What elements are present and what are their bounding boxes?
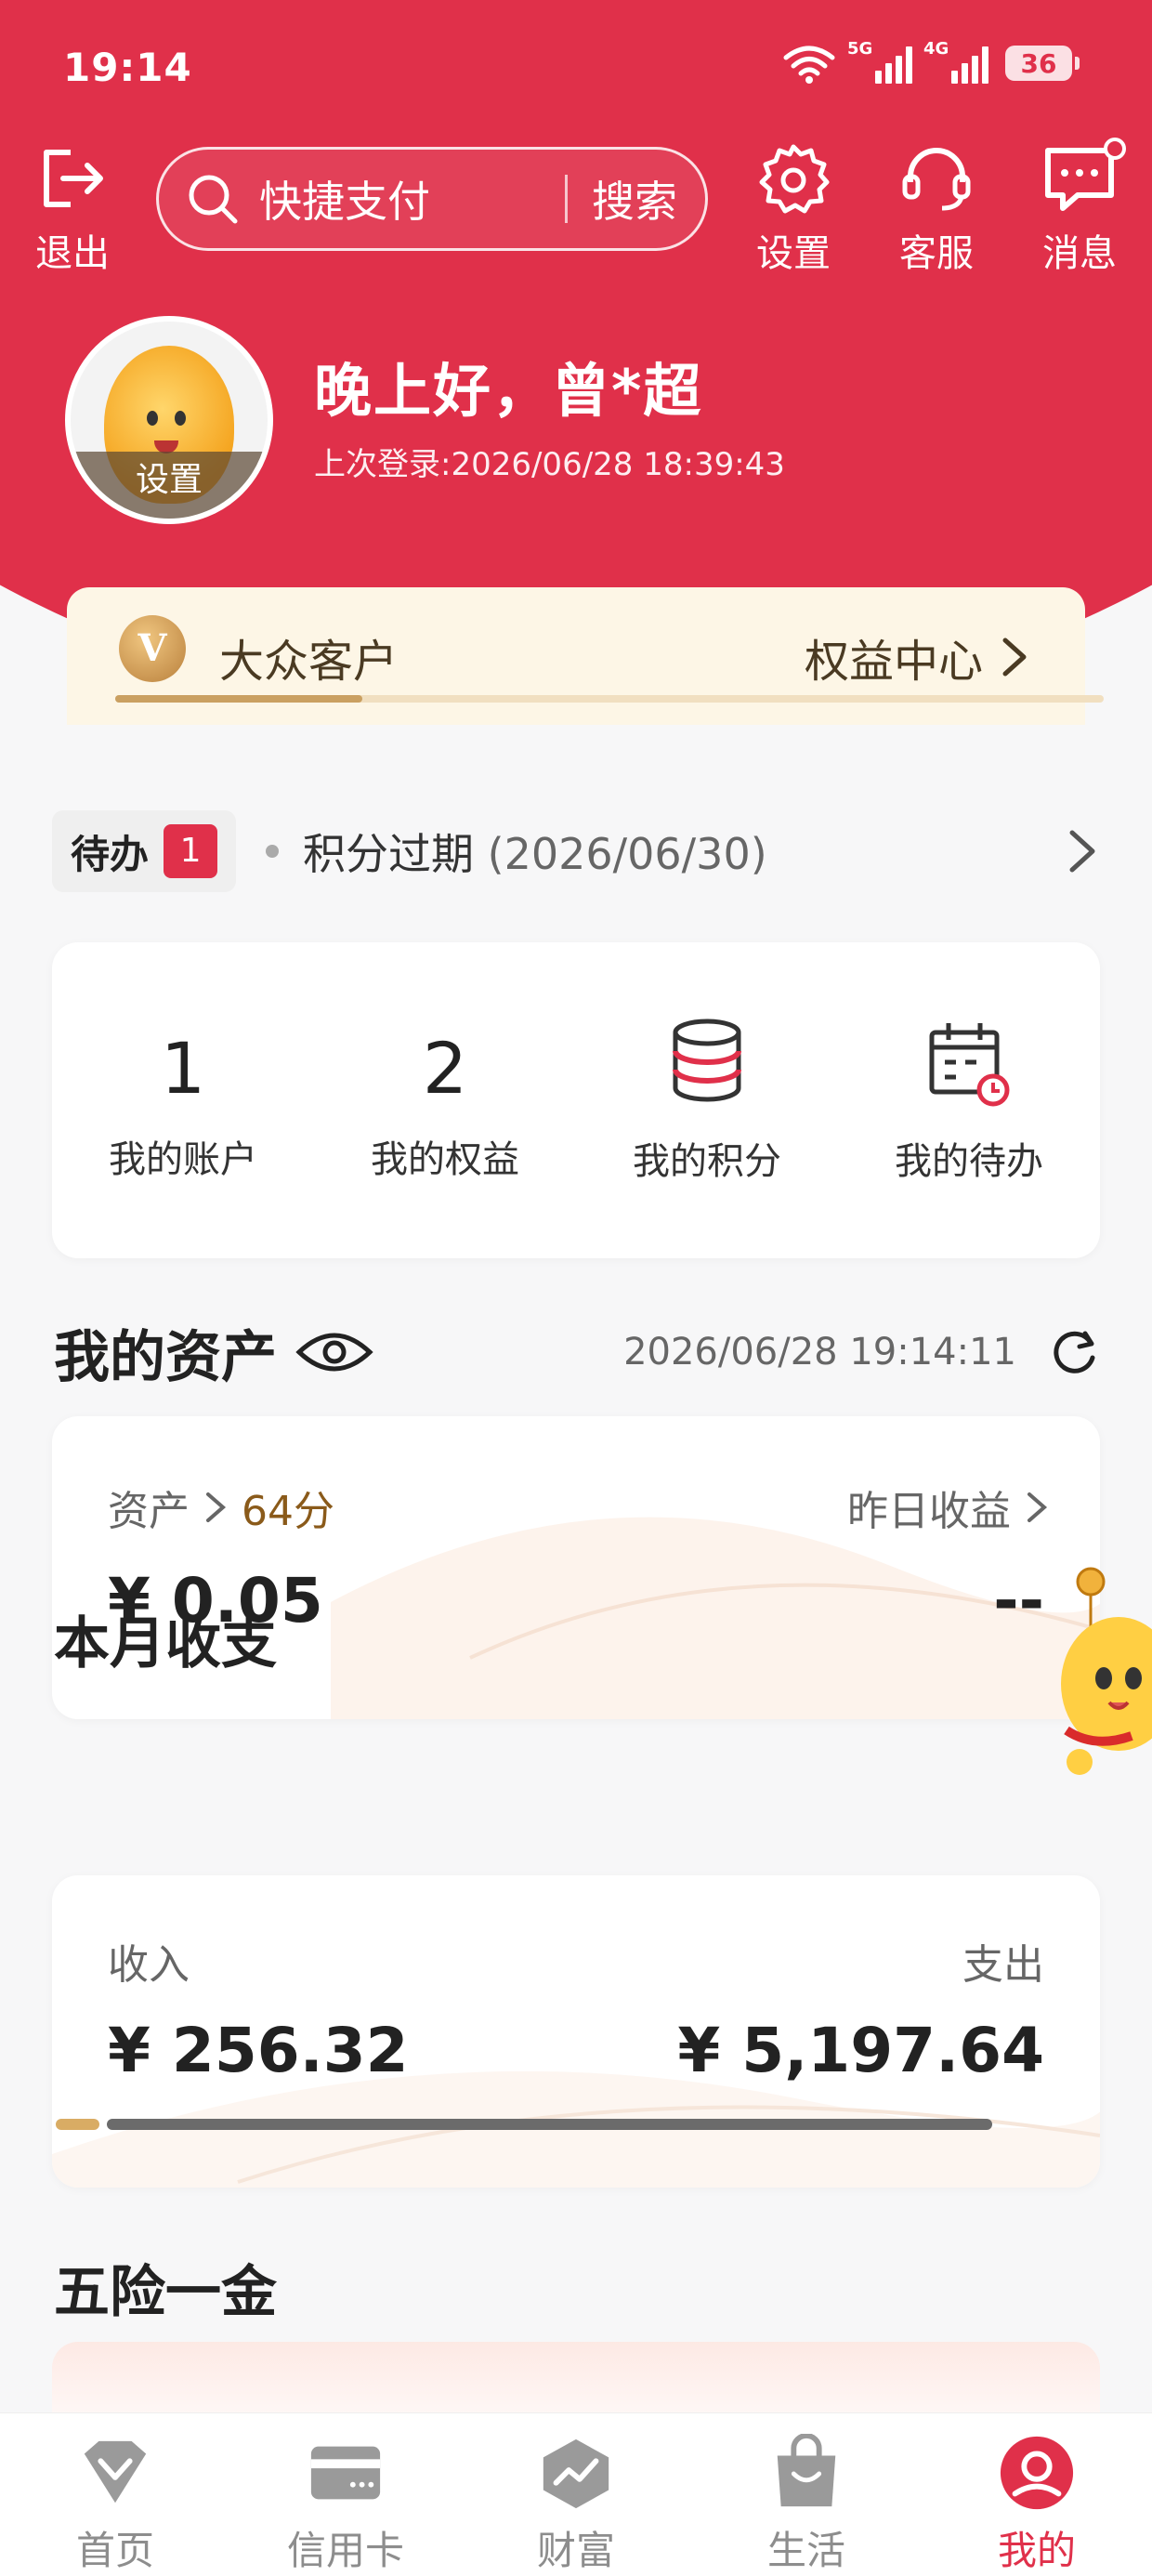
todo-tag: 待办 1 bbox=[52, 810, 237, 892]
messages-label: 消息 bbox=[1042, 232, 1117, 275]
todos-label: 我的待办 bbox=[895, 1140, 1043, 1183]
chevron-right-icon bbox=[1069, 830, 1095, 873]
user-icon bbox=[1000, 2436, 1074, 2510]
vip-progress-bar bbox=[115, 695, 1104, 703]
gear-icon bbox=[759, 144, 830, 214]
signal-5g-icon: 5G bbox=[847, 39, 912, 84]
messages-button[interactable]: 消息 bbox=[1024, 138, 1135, 277]
vip-card[interactable]: V 大众客户 权益中心 bbox=[67, 587, 1104, 725]
my-points[interactable]: 我的积分 bbox=[576, 942, 838, 1258]
expense-value: ¥ 5,197.64 bbox=[677, 2015, 1044, 2086]
income-label: 收入 bbox=[108, 1941, 190, 1989]
monthly-title: 本月收支 bbox=[54, 1611, 277, 1676]
benefits-label: 我的权益 bbox=[371, 1138, 519, 1181]
avatar-settings-label: 设置 bbox=[71, 452, 268, 519]
avatar[interactable]: 设置 bbox=[65, 316, 273, 524]
income-expense-bar bbox=[56, 2119, 992, 2130]
nav-mine[interactable]: 我的 bbox=[922, 2413, 1152, 2576]
headset-icon bbox=[902, 148, 971, 211]
search-input[interactable]: 快捷支付 bbox=[259, 168, 565, 230]
vip-level: 大众客户 bbox=[219, 636, 399, 688]
home-diamond-icon bbox=[84, 2440, 147, 2504]
todo-count-badge: 1 bbox=[164, 824, 218, 878]
battery-icon: 36 bbox=[1005, 46, 1080, 81]
top-bar: 退出 快捷支付 搜索 设置 客服 消息 bbox=[0, 138, 1152, 275]
monthly-card[interactable]: 收入 支出 ¥ 256.32 ¥ 5,197.64 bbox=[52, 1875, 1100, 2188]
message-unread-dot bbox=[1104, 138, 1126, 160]
asset-cents: 64分 bbox=[242, 1488, 334, 1535]
benefits-count: 2 bbox=[422, 1027, 468, 1110]
wealth-icon bbox=[543, 2438, 609, 2509]
expense-bar bbox=[107, 2119, 992, 2130]
nav-wealth[interactable]: 财富 bbox=[461, 2413, 691, 2576]
asset-label-row[interactable]: 资产 64分 bbox=[108, 1478, 334, 1537]
income-bar bbox=[56, 2119, 99, 2130]
expense-label: 支出 bbox=[962, 1941, 1044, 1989]
chevron-right-icon bbox=[1002, 637, 1027, 677]
insurance-title: 五险一金 bbox=[54, 2260, 277, 2325]
bullet-dot bbox=[266, 845, 280, 858]
my-todos[interactable]: 我的待办 bbox=[838, 942, 1100, 1258]
logout-button[interactable]: 退出 bbox=[17, 139, 128, 277]
search-icon bbox=[189, 175, 238, 224]
eye-icon[interactable] bbox=[294, 1324, 375, 1380]
points-label: 我的积分 bbox=[633, 1140, 781, 1183]
bottom-nav: 首页 信用卡 财富 生活 我的 bbox=[0, 2412, 1152, 2576]
settings-label: 设置 bbox=[756, 232, 831, 275]
todo-row[interactable]: 待办 1 积分过期 (2026/06/30) bbox=[52, 810, 1100, 892]
todo-message: 积分过期 (2026/06/30) bbox=[303, 829, 767, 879]
yesterday-earnings-row[interactable]: 昨日收益 bbox=[847, 1478, 1063, 1537]
logout-icon bbox=[44, 150, 103, 207]
logout-label: 退出 bbox=[35, 232, 110, 275]
my-benefits[interactable]: 2 我的权益 bbox=[314, 942, 576, 1258]
credit-card-icon bbox=[310, 2446, 381, 2500]
vip-progress-fill bbox=[115, 695, 362, 703]
service-label: 客服 bbox=[899, 232, 974, 275]
assets-title: 我的资产 bbox=[54, 1324, 277, 1390]
nav-home[interactable]: 首页 bbox=[0, 2413, 230, 2576]
calendar-clock-icon bbox=[929, 1023, 1010, 1107]
chevron-right-icon bbox=[206, 1492, 227, 1522]
shopping-bag-icon bbox=[777, 2434, 836, 2507]
nav-credit-card[interactable]: 信用卡 bbox=[230, 2413, 461, 2576]
accounts-label: 我的账户 bbox=[109, 1138, 257, 1181]
refresh-icon[interactable] bbox=[1048, 1326, 1100, 1378]
stats-card: 1 我的账户 2 我的权益 我的积分 我的待办 bbox=[52, 942, 1100, 1258]
assets-timestamp: 2026/06/28 19:14:11 bbox=[623, 1331, 1016, 1373]
status-bar: 19:14 5G 4G 36 bbox=[0, 0, 1152, 130]
signal-4g-icon: 4G bbox=[923, 39, 988, 84]
coin-stack-icon bbox=[673, 1019, 741, 1102]
profile-section: 设置 晚上好，曾*超 上次登录:2026/06/28 18:39:43 bbox=[0, 316, 1152, 539]
yesterday-earnings-value: -- bbox=[993, 1565, 1044, 1636]
income-value: ¥ 256.32 bbox=[108, 2015, 409, 2086]
status-icons: 5G 4G 36 bbox=[782, 39, 1080, 84]
nav-life[interactable]: 生活 bbox=[691, 2413, 922, 2576]
settings-button[interactable]: 设置 bbox=[738, 139, 849, 277]
benefits-center-link[interactable]: 权益中心 bbox=[805, 624, 1033, 690]
last-login-time: 上次登录:2026/06/28 18:39:43 bbox=[314, 446, 785, 483]
accounts-count: 1 bbox=[160, 1027, 206, 1110]
search-divider bbox=[565, 175, 568, 223]
greeting: 晚上好，曾*超 bbox=[314, 357, 703, 425]
assets-header: 我的资产 2026/06/28 19:14:11 bbox=[54, 1310, 1100, 1394]
chevron-right-icon bbox=[1028, 1492, 1048, 1522]
status-time: 19:14 bbox=[63, 45, 192, 90]
customer-service-button[interactable]: 客服 bbox=[881, 139, 992, 277]
vip-badge-icon: V bbox=[119, 615, 186, 682]
search-button[interactable]: 搜索 bbox=[592, 168, 677, 230]
search-bar[interactable]: 快捷支付 搜索 bbox=[156, 147, 708, 251]
wifi-icon bbox=[783, 46, 835, 84]
my-accounts[interactable]: 1 我的账户 bbox=[52, 942, 314, 1258]
floating-mascot-icon[interactable] bbox=[1057, 1563, 1152, 1777]
